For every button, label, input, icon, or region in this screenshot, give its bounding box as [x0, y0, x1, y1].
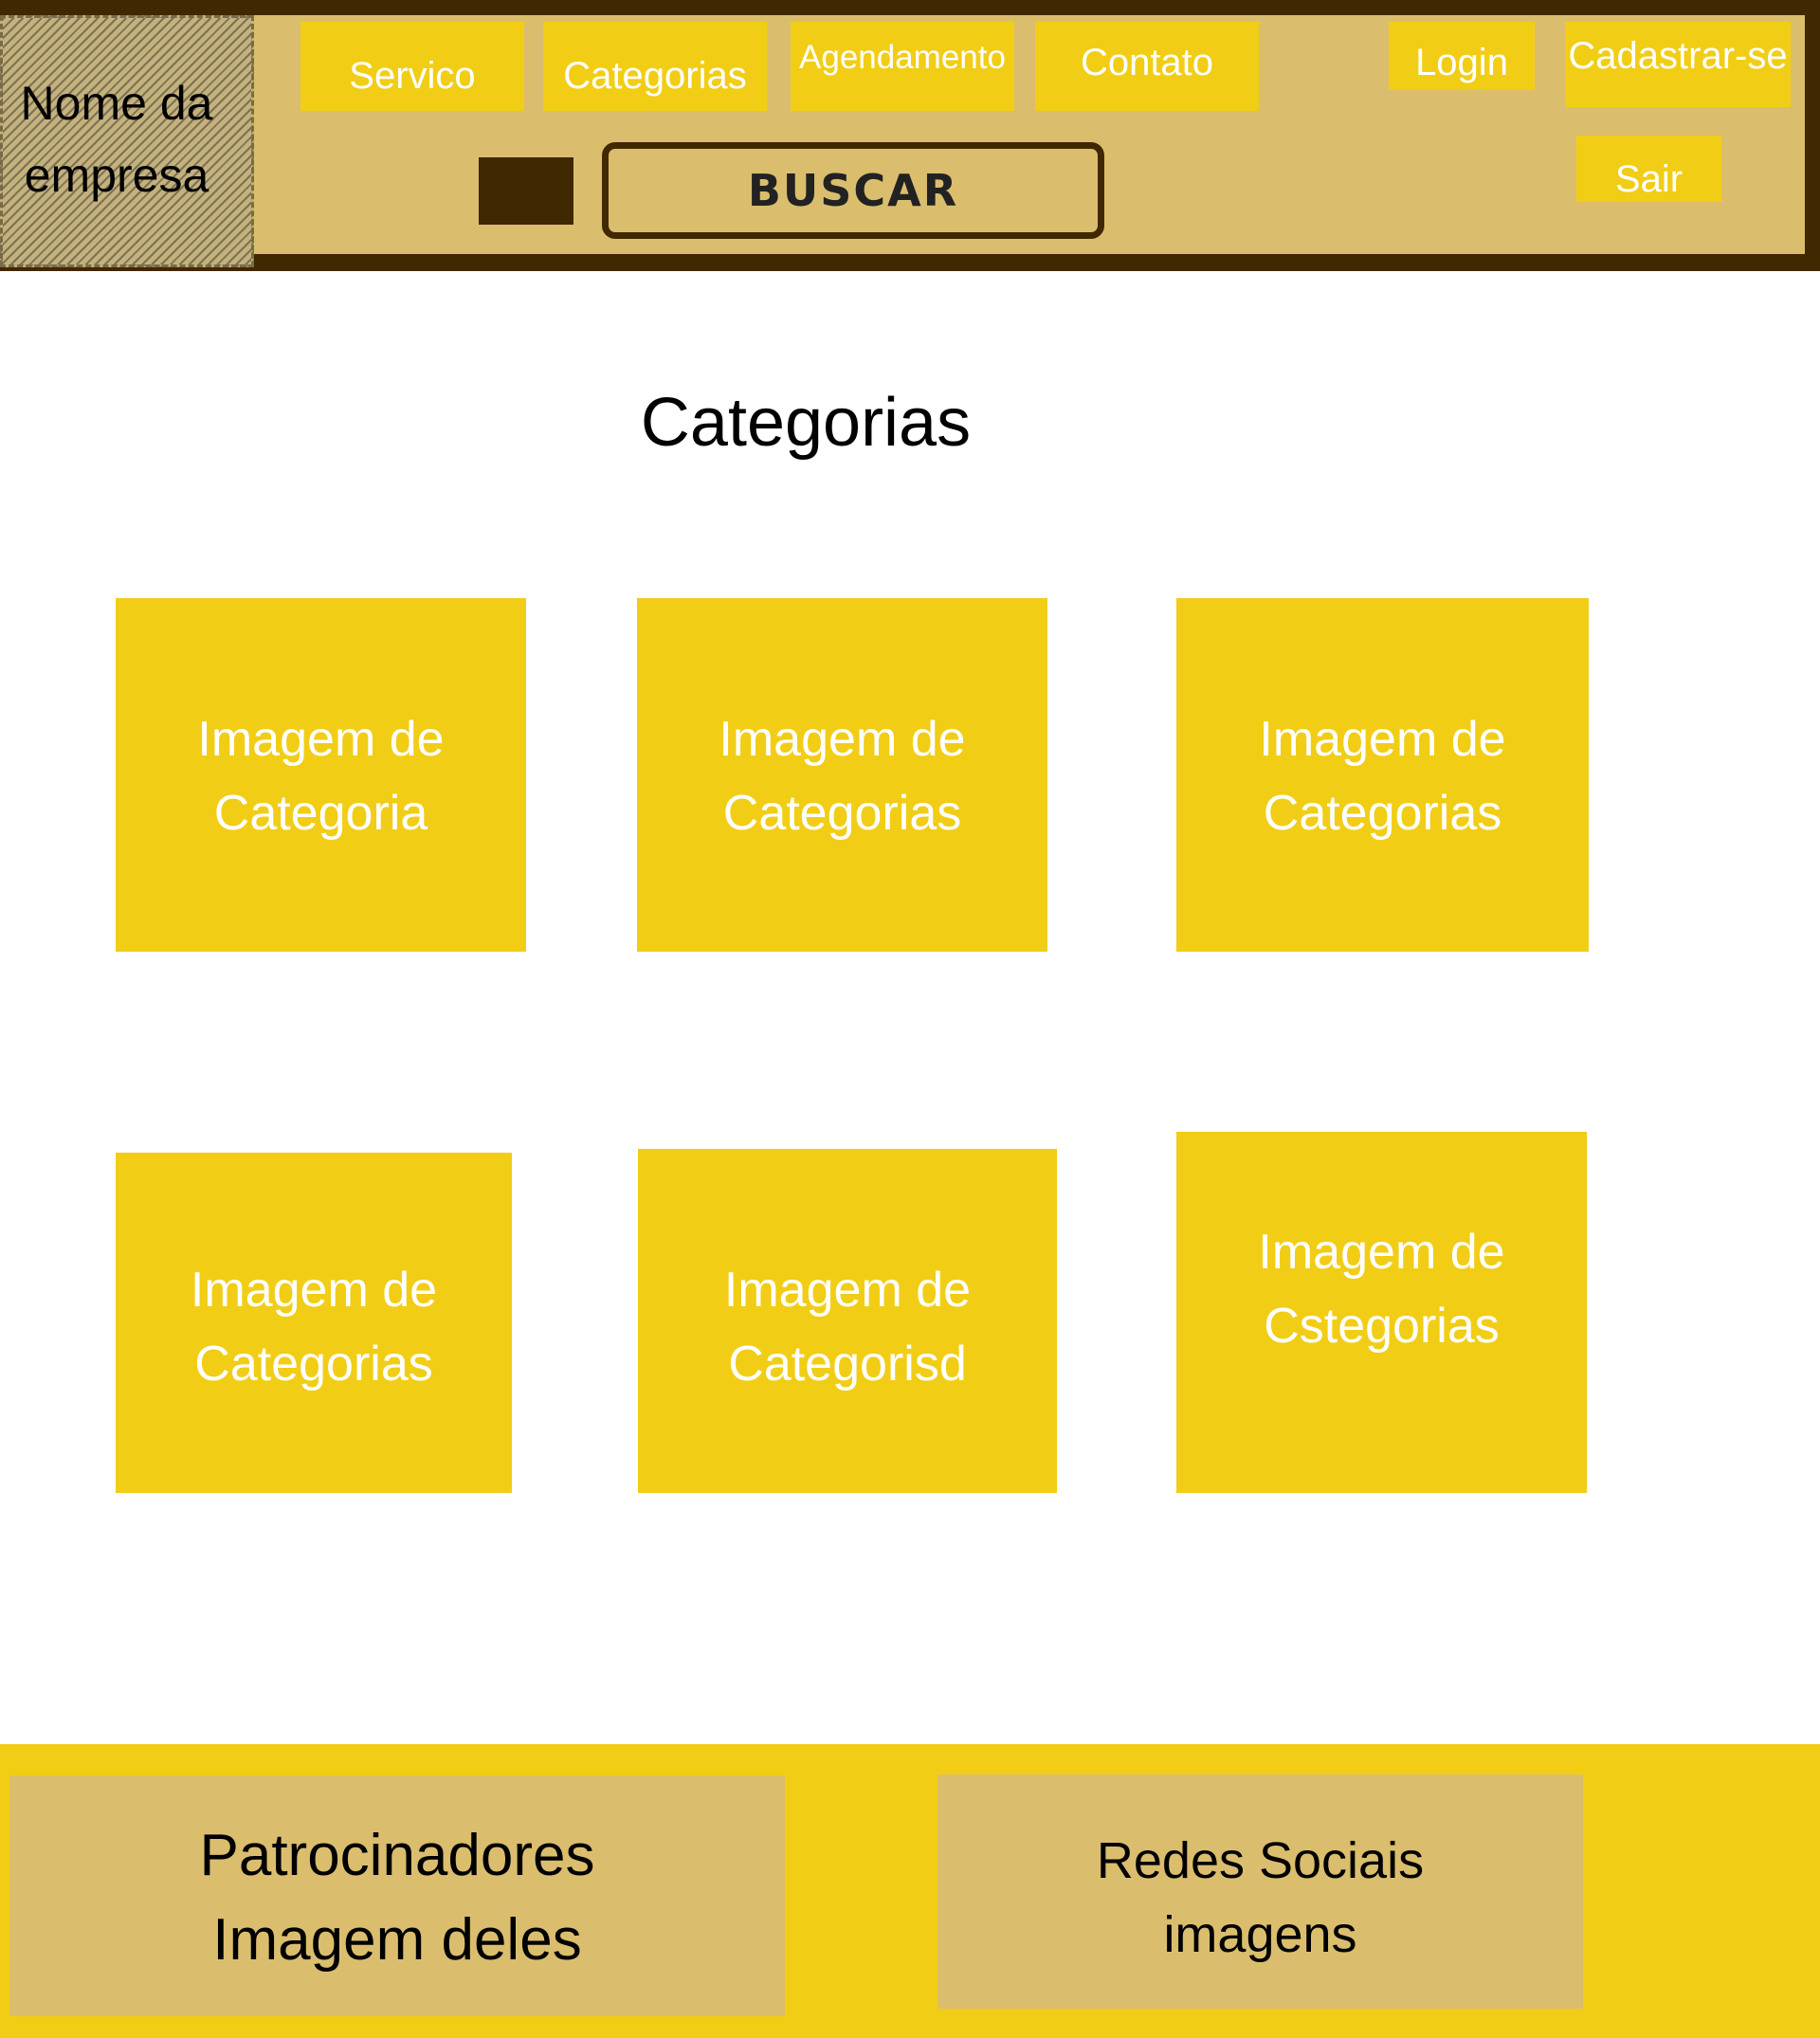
category-card-label: Imagem de Categorias: [190, 1263, 438, 1392]
category-card-label: Imagem de Categorias: [719, 712, 966, 841]
site-footer: Patrocinadores Imagem deles Redes Sociai…: [0, 1744, 1820, 2038]
logout-button[interactable]: Sair: [1576, 136, 1721, 202]
category-card[interactable]: Imagem de Categorisd: [638, 1149, 1057, 1493]
company-name: Nome da empresa: [20, 77, 213, 202]
company-logo[interactable]: Nome da empresa: [0, 15, 254, 267]
login-button[interactable]: Login: [1389, 22, 1535, 90]
search-input[interactable]: [479, 157, 573, 225]
nav-agendamento-button[interactable]: Agendamento: [791, 22, 1014, 111]
category-card-label: Imagem de Categorisd: [723, 1263, 972, 1392]
category-card-label: Imagem de Categoria: [197, 712, 445, 841]
site-header: Nome da empresa Servico Categorias Agend…: [0, 0, 1820, 271]
category-card-label: Imagem de Cstegorias: [1258, 1225, 1505, 1354]
social-media-section: Redes Sociais imagens: [937, 1774, 1583, 2009]
search-button[interactable]: BUSCAR: [602, 142, 1104, 239]
page-title: Categorias: [640, 385, 972, 461]
category-card[interactable]: Imagem de Cstegorias: [1176, 1132, 1587, 1493]
signup-button[interactable]: Cadastrar-se: [1565, 22, 1791, 107]
nav-contato-button[interactable]: Contato: [1035, 22, 1259, 111]
nav-servico-button[interactable]: Servico: [300, 22, 524, 111]
sponsors-section: Patrocinadores Imagem deles: [9, 1775, 785, 2016]
nav-categorias-button[interactable]: Categorias: [543, 22, 767, 111]
category-card-label: Imagem de Categorias: [1259, 712, 1506, 841]
category-card[interactable]: Imagem de Categorias: [116, 1153, 512, 1493]
category-card[interactable]: Imagem de Categoria: [116, 598, 526, 952]
category-card[interactable]: Imagem de Categorias: [1176, 598, 1589, 952]
category-card[interactable]: Imagem de Categorias: [637, 598, 1047, 952]
